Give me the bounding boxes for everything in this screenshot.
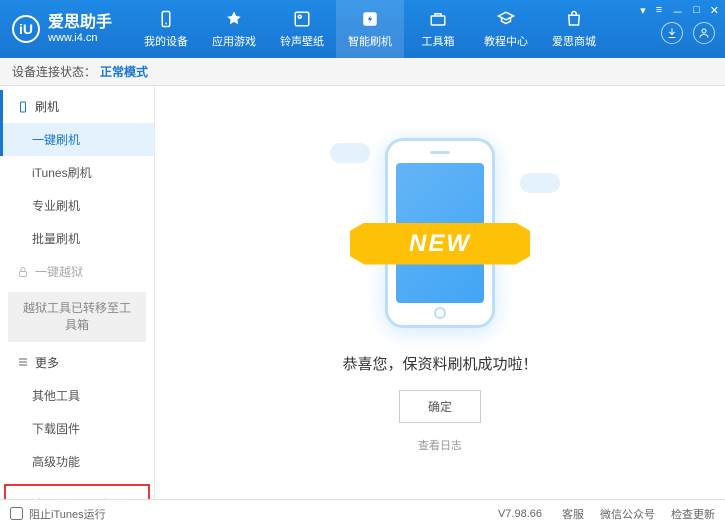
tab-tutorial[interactable]: 教程中心 <box>472 0 540 58</box>
close-icon[interactable]: ✕ <box>710 4 719 20</box>
sidebar-header-flash[interactable]: 刷机 <box>0 90 154 123</box>
cloud-decoration <box>330 143 370 163</box>
sidebar-item-download[interactable]: 下载固件 <box>0 412 154 445</box>
phone-icon <box>17 101 29 113</box>
sidebar-item-pro[interactable]: 专业刷机 <box>0 189 154 222</box>
menu-icon[interactable]: ▾ <box>640 4 646 20</box>
block-itunes-label: 阻止iTunes运行 <box>29 506 106 522</box>
app-header: iU 爱思助手 www.i4.cn 我的设备 应用游戏 铃声壁纸 智能刷机 工具… <box>0 0 725 58</box>
footer-link-support[interactable]: 客服 <box>562 506 584 522</box>
list-icon <box>17 356 29 368</box>
view-log-link[interactable]: 查看日志 <box>418 437 462 453</box>
device-icon <box>156 9 176 29</box>
sidebar-item-batch[interactable]: 批量刷机 <box>0 222 154 255</box>
sidebar-jailbreak-note: 越狱工具已转移至工具箱 <box>8 292 146 342</box>
minimize-icon[interactable]: － <box>672 4 683 20</box>
flash-icon <box>360 9 380 29</box>
footer: 阻止iTunes运行 V7.98.66 客服 微信公众号 检查更新 <box>0 499 725 527</box>
wallpaper-icon <box>292 9 312 29</box>
success-message: 恭喜您，保资料刷机成功啦！ <box>342 353 537 374</box>
sidebar-item-itunes[interactable]: iTunes刷机 <box>0 156 154 189</box>
logo-area: iU 爱思助手 www.i4.cn <box>0 13 124 45</box>
nav-tabs: 我的设备 应用游戏 铃声壁纸 智能刷机 工具箱 教程中心 爱思商城 <box>132 0 608 58</box>
store-icon <box>564 9 584 29</box>
cloud-decoration <box>520 173 560 193</box>
app-title: 爱思助手 <box>48 13 112 32</box>
sidebar-header-jailbreak: 一键越狱 <box>0 255 154 288</box>
tab-flash[interactable]: 智能刷机 <box>336 0 404 58</box>
sidebar-header-more[interactable]: 更多 <box>0 346 154 379</box>
settings-icon[interactable]: ≡ <box>656 4 662 20</box>
user-button[interactable] <box>693 22 715 44</box>
main-content: NEW 恭喜您，保资料刷机成功啦！ 确定 查看日志 <box>155 86 725 499</box>
window-controls: ▾ ≡ － □ ✕ <box>640 4 719 20</box>
sidebar-item-other[interactable]: 其他工具 <box>0 379 154 412</box>
logo-icon: iU <box>12 15 40 43</box>
tab-store[interactable]: 爱思商城 <box>540 0 608 58</box>
download-button[interactable] <box>661 22 683 44</box>
phone-illustration: NEW <box>370 133 510 333</box>
tab-toolbox[interactable]: 工具箱 <box>404 0 472 58</box>
confirm-button[interactable]: 确定 <box>399 390 481 423</box>
tab-ringtones[interactable]: 铃声壁纸 <box>268 0 336 58</box>
status-label: 设备连接状态： <box>12 63 96 80</box>
tab-mydevice[interactable]: 我的设备 <box>132 0 200 58</box>
block-itunes-checkbox[interactable] <box>10 507 23 520</box>
footer-link-update[interactable]: 检查更新 <box>671 506 715 522</box>
toolbox-icon <box>428 9 448 29</box>
apps-icon <box>224 9 244 29</box>
checkbox-highlight-box: 自动激活 跳过向导 <box>4 484 150 499</box>
app-url: www.i4.cn <box>48 32 112 45</box>
sidebar: 刷机 一键刷机 iTunes刷机 专业刷机 批量刷机 一键越狱 越狱工具已转移至… <box>0 86 155 499</box>
lock-icon <box>17 266 29 278</box>
status-mode: 正常模式 <box>100 63 148 80</box>
checkbox-skip-wizard[interactable]: 跳过向导 <box>82 496 136 499</box>
new-ribbon: NEW <box>350 223 530 265</box>
sidebar-item-advanced[interactable]: 高级功能 <box>0 445 154 478</box>
tutorial-icon <box>496 9 516 29</box>
sidebar-item-onekey[interactable]: 一键刷机 <box>0 123 154 156</box>
footer-link-wechat[interactable]: 微信公众号 <box>600 506 655 522</box>
version-label: V7.98.66 <box>498 508 542 520</box>
status-bar: 设备连接状态： 正常模式 <box>0 58 725 86</box>
checkbox-auto-activate[interactable]: 自动激活 <box>18 496 72 499</box>
tab-apps[interactable]: 应用游戏 <box>200 0 268 58</box>
maximize-icon[interactable]: □ <box>693 4 700 20</box>
